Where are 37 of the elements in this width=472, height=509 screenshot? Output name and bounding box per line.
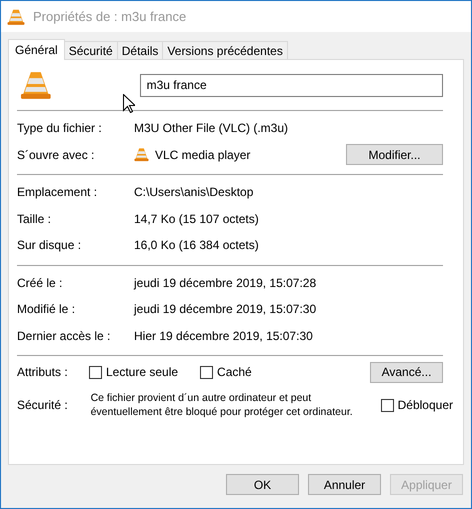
- change-button[interactable]: Modifier...: [346, 144, 443, 166]
- input-field[interactable]: m3u france: [140, 74, 443, 96]
- dialog-button[interactable]: OK: [226, 474, 299, 495]
- field-label: Emplacement :: [17, 185, 98, 200]
- field-value: M3U Other File (VLC) (.m3u): [134, 121, 290, 136]
- cone-icon: [7, 8, 25, 26]
- checkbox[interactable]: [380, 398, 394, 412]
- cone-icon: [134, 147, 149, 162]
- cone-icon: [20, 69, 52, 101]
- checkbox-label: Caché: [217, 365, 252, 379]
- field-label: Sur disque :: [17, 238, 82, 252]
- field-label: Sécurité :: [17, 398, 69, 412]
- dialog-button[interactable]: Annuler: [308, 474, 381, 495]
- field-value: VLC media player: [155, 148, 250, 162]
- field-label: Taille :: [17, 212, 52, 226]
- checkbox[interactable]: [89, 366, 102, 378]
- field-label: Dernier accès le :: [17, 328, 112, 343]
- tab[interactable]: Versions précédentes: [162, 41, 288, 59]
- field-value: jeudi 19 décembre 2019, 15:07:28: [134, 276, 318, 290]
- field-value: jeudi 19 décembre 2019, 15:07:30: [134, 302, 318, 316]
- field-value: Hier 19 décembre 2019, 15:07:30: [134, 328, 314, 343]
- advanced-button[interactable]: Avancé...: [370, 362, 443, 382]
- tab[interactable]: Général: [8, 39, 65, 60]
- security-message: Ce fichier provient d´un autre ordinateur et peut éventuellement être bloqué pour protéger cet ordinateur.: [90, 391, 354, 419]
- field-value: 16,0 Ko (16 384 octets): [134, 238, 260, 252]
- checkbox-label: Débloquer: [398, 398, 453, 412]
- checkbox-label: Lecture seule: [106, 365, 178, 379]
- field-label: S´ouvre avec :: [17, 148, 96, 162]
- field-label: Type du fichier :: [17, 121, 103, 136]
- cursor-icon: [123, 94, 135, 113]
- field-value: 14,7 Ko (15 107 octets): [134, 212, 260, 226]
- window-title: Propriétés de : m3u france: [33, 9, 186, 24]
- field-value: C:\Users\anis\Desktop: [134, 185, 254, 200]
- field-label: Créé le :: [17, 276, 64, 290]
- checkbox[interactable]: [200, 366, 214, 378]
- field-label: Attributs :: [17, 365, 69, 379]
- field-label: Modifié le :: [17, 302, 76, 316]
